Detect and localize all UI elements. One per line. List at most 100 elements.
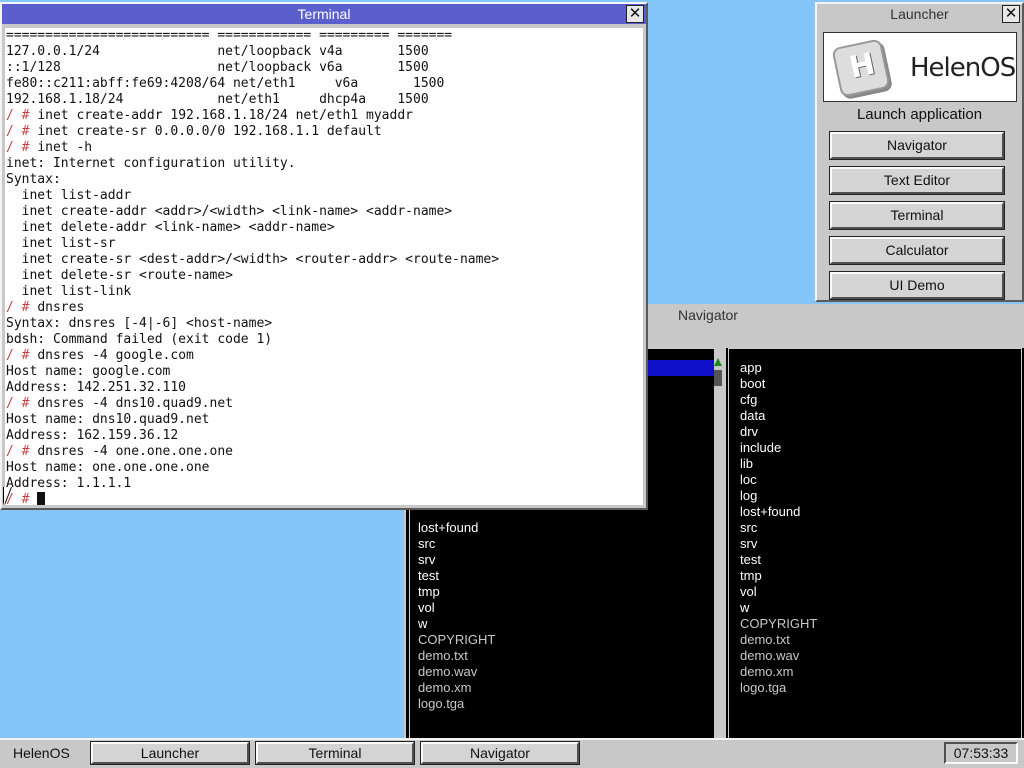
terminal-line: Host name: dns10.quad9.net xyxy=(6,412,643,428)
left-scrollbar[interactable] xyxy=(714,348,722,740)
terminal-line-text: Syntax: dnsres [-4|-6] <host-name> xyxy=(6,316,273,331)
terminal-line: / # dnsres -4 dns10.quad9.net xyxy=(6,396,643,412)
directory-entry[interactable]: srv xyxy=(728,536,817,552)
terminal-line-text: Address: 142.251.32.110 xyxy=(6,380,187,395)
directory-entry[interactable]: drv xyxy=(728,424,817,440)
terminal-input-line[interactable]: / # xyxy=(6,492,643,505)
file-entry[interactable]: demo.wav xyxy=(406,664,495,680)
directory-entry[interactable]: src xyxy=(728,520,817,536)
taskbar-navigator-button[interactable]: Navigator xyxy=(420,741,580,765)
terminal-line: Address: 162.159.36.12 xyxy=(6,428,643,444)
directory-entry[interactable]: lib xyxy=(728,456,817,472)
directory-entry[interactable]: data xyxy=(728,408,817,424)
terminal-line-text: dnsres -4 dns10.quad9.net xyxy=(37,396,233,411)
terminal-line: ::1/128 net/loopback v6a 1500 xyxy=(6,60,643,76)
directory-entry[interactable]: loc xyxy=(728,472,817,488)
terminal-line: inet: Internet configuration utility. xyxy=(6,156,643,172)
terminal-output[interactable]: ========================== ============ … xyxy=(5,28,643,505)
terminal-line-text: inet create-sr 0.0.0.0/0 192.168.1.1 def… xyxy=(37,124,382,139)
terminal-line: Host name: one.one.one.one xyxy=(6,460,643,476)
launch-text-editor-button[interactable]: Text Editor xyxy=(829,166,1005,195)
file-entry[interactable]: logo.tga xyxy=(728,680,817,696)
file-entry[interactable]: COPYRIGHT xyxy=(406,632,495,648)
terminal-line-text: Host name: dns10.quad9.net xyxy=(6,412,210,427)
directory-entry[interactable]: cfg xyxy=(728,392,817,408)
terminal-line: Syntax: dnsres [-4|-6] <host-name> xyxy=(6,316,643,332)
terminal-close-button[interactable]: ✕ xyxy=(626,5,644,23)
terminal-line: inet list-addr xyxy=(6,188,643,204)
directory-entry[interactable]: srv xyxy=(406,552,495,568)
launcher-window[interactable]: Launcher ✕ H HelenOS Launch application … xyxy=(815,2,1024,302)
launcher-close-button[interactable]: ✕ xyxy=(1002,5,1020,23)
terminal-line-text: ========================== ============ … xyxy=(6,28,453,43)
terminal-line: Syntax: xyxy=(6,172,643,188)
terminal-line: Address: 1.1.1.1 xyxy=(6,476,643,492)
directory-entry[interactable]: app xyxy=(728,360,817,376)
terminal-line: 127.0.0.1/24 net/loopback v4a 1500 xyxy=(6,44,643,60)
directory-entry[interactable]: lost+found xyxy=(728,504,817,520)
taskbar-launcher-button[interactable]: Launcher xyxy=(90,741,250,765)
terminal-line: ========================== ============ … xyxy=(6,28,643,44)
terminal-line-text: inet create-addr 192.168.1.18/24 net/eth… xyxy=(37,108,413,123)
terminal-line-text: inet create-sr <dest-addr>/<width> <rout… xyxy=(6,252,500,267)
taskbar-start-label[interactable]: HelenOS xyxy=(13,742,70,764)
directory-entry[interactable]: tmp xyxy=(406,584,495,600)
terminal-line: / # inet create-sr 0.0.0.0/0 192.168.1.1… xyxy=(6,124,643,140)
launcher-title: Launcher xyxy=(890,6,949,22)
terminal-line-text: Host name: one.one.one.one xyxy=(6,460,210,475)
file-entry[interactable]: COPYRIGHT xyxy=(728,616,817,632)
terminal-line-text: ::1/128 net/loopback v6a 1500 xyxy=(6,60,429,75)
terminal-lines: ========================== ============ … xyxy=(6,28,643,492)
terminal-line: bdsh: Command failed (exit code 1) xyxy=(6,332,643,348)
terminal-line: inet delete-sr <route-name> xyxy=(6,268,643,284)
launch-ui-demo-button[interactable]: UI Demo xyxy=(829,271,1005,300)
terminal-line-text: fe80::c211:abff:fe69:4208/64 net/eth1 v6… xyxy=(6,76,445,91)
terminal-line: Host name: google.com xyxy=(6,364,643,380)
directory-entry[interactable]: tmp xyxy=(728,568,817,584)
helenos-logo-icon: H xyxy=(831,38,891,98)
scroll-up-arrow-icon[interactable] xyxy=(714,358,722,366)
directory-entry[interactable]: w xyxy=(406,616,495,632)
navigator-right-panel[interactable]: app boot cfg data drv include lib loc log lost+fo… xyxy=(726,348,1024,740)
terminal-line: / # dnsres -4 one.one.one.one xyxy=(6,444,643,460)
launch-navigator-button[interactable]: Navigator xyxy=(829,131,1005,160)
taskbar-clock: 07:53:33 xyxy=(944,742,1018,764)
file-entry[interactable]: demo.txt xyxy=(728,632,817,648)
terminal-prompt: / # xyxy=(6,300,38,315)
terminal-prompt: / # xyxy=(6,124,38,139)
directory-entry[interactable]: lost+found xyxy=(406,520,495,536)
launch-calculator-button[interactable]: Calculator xyxy=(829,236,1005,265)
launch-terminal-button[interactable]: Terminal xyxy=(829,201,1005,230)
terminal-titlebar[interactable]: Terminal ✕ xyxy=(2,4,646,24)
directory-entry[interactable]: w xyxy=(728,600,817,616)
file-entry[interactable]: logo.tga xyxy=(406,696,495,712)
directory-entry[interactable]: test xyxy=(728,552,817,568)
launcher-titlebar[interactable]: Launcher ✕ xyxy=(817,4,1022,24)
taskbar-terminal-button[interactable]: Terminal xyxy=(255,741,415,765)
file-entry[interactable]: demo.txt xyxy=(406,648,495,664)
terminal-line-text: inet list-sr xyxy=(6,236,116,251)
terminal-line-text: Host name: google.com xyxy=(6,364,171,379)
terminal-line: / # inet -h xyxy=(6,140,643,156)
file-entry[interactable]: demo.xm xyxy=(728,664,817,680)
terminal-line-text: inet delete-addr <link-name> <addr-name> xyxy=(6,220,335,235)
directory-entry[interactable]: vol xyxy=(728,584,817,600)
directory-entry[interactable]: src xyxy=(406,536,495,552)
terminal-line-text: dnsres -4 google.com xyxy=(37,348,194,363)
terminal-prompt: / # xyxy=(6,396,38,411)
directory-entry[interactable]: log xyxy=(728,488,817,504)
terminal-line-text: dnsres xyxy=(37,300,85,315)
helenos-logo: H HelenOS xyxy=(823,32,1017,102)
terminal-line: / # dnsres xyxy=(6,300,643,316)
scroll-thumb[interactable] xyxy=(714,370,722,386)
terminal-window[interactable]: Terminal ✕ ========================== ==… xyxy=(0,2,648,510)
directory-entry[interactable]: test xyxy=(406,568,495,584)
file-entry[interactable]: demo.xm xyxy=(406,680,495,696)
left-file-list: lost+found src srv test tmp vol w COPYRIGHT demo… xyxy=(406,520,495,712)
terminal-prompt: / # xyxy=(6,444,38,459)
file-entry[interactable]: demo.wav xyxy=(728,648,817,664)
directory-entry[interactable]: include xyxy=(728,440,817,456)
terminal-line: 192.168.1.18/24 net/eth1 dhcp4a 1500 xyxy=(6,92,643,108)
directory-entry[interactable]: vol xyxy=(406,600,495,616)
directory-entry[interactable]: boot xyxy=(728,376,817,392)
